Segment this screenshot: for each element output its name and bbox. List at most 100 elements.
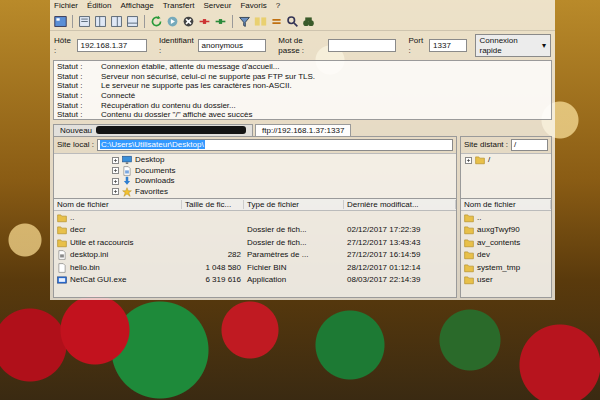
- cell-text[interactable]: 1 048 580: [205, 263, 241, 273]
- process-queue-icon[interactable]: [166, 15, 179, 28]
- file-cell[interactable]: 27/12/2017 13:43:43: [344, 238, 456, 248]
- tree-item[interactable]: Downloads: [112, 176, 456, 187]
- local-path-field[interactable]: C:\Users\Utilisateur\Desktop\: [97, 139, 453, 151]
- file-cell[interactable]: ..: [461, 213, 551, 223]
- cell-text[interactable]: 6 319 616: [205, 275, 241, 285]
- tree-toggle-icon[interactable]: [94, 15, 107, 28]
- site-manager-icon[interactable]: [54, 15, 67, 28]
- remote-path-field[interactable]: /: [511, 139, 548, 151]
- file-cell[interactable]: Dossier de fich...: [244, 238, 344, 248]
- file-row[interactable]: NetCat GUI.exe6 319 616Application08/03/…: [54, 274, 456, 287]
- cell-text[interactable]: ..: [70, 213, 74, 223]
- column-header[interactable]: Taille de fic...: [182, 200, 244, 210]
- tree-item-label[interactable]: Documents: [135, 166, 175, 176]
- menu-item[interactable]: Édition: [87, 1, 111, 11]
- tree-item-label[interactable]: Favorites: [135, 187, 168, 197]
- cell-text[interactable]: decr: [70, 225, 86, 235]
- tree-item-label[interactable]: Desktop: [135, 155, 164, 165]
- tree-item-label[interactable]: /: [488, 155, 490, 165]
- file-row[interactable]: user: [461, 274, 551, 287]
- file-row[interactable]: av_contents: [461, 236, 551, 249]
- cell-text[interactable]: dev: [477, 250, 490, 260]
- column-header[interactable]: Nom de fichier: [54, 200, 182, 210]
- file-cell[interactable]: 1 048 580: [182, 263, 244, 273]
- cell-text[interactable]: user: [477, 275, 493, 285]
- file-row[interactable]: dev: [461, 249, 551, 262]
- dropdown-arrow[interactable]: ▾: [542, 41, 546, 51]
- column-header[interactable]: Dernière modificat...: [344, 200, 456, 210]
- cell-text[interactable]: hello.bin: [70, 263, 100, 273]
- filter-icon[interactable]: [238, 15, 251, 28]
- cell-text[interactable]: 27/12/2017 13:43:43: [347, 238, 420, 248]
- cell-text[interactable]: auxgTwyf90: [477, 225, 520, 235]
- tab-label[interactable]: Nouveau: [60, 126, 92, 136]
- connection-tab[interactable]: ftp://192.168.1.37:1337: [255, 124, 351, 137]
- disconnect-icon[interactable]: [198, 15, 211, 28]
- file-row[interactable]: system_tmp: [461, 261, 551, 274]
- port-field[interactable]: 1337: [429, 39, 466, 53]
- file-cell[interactable]: decr: [54, 225, 182, 235]
- log-toggle-icon[interactable]: [78, 15, 91, 28]
- file-cell[interactable]: 08/03/2017 22:14:39: [344, 275, 456, 285]
- tree-item-label[interactable]: Downloads: [135, 176, 175, 186]
- cell-text[interactable]: Utile et raccourcis: [70, 238, 134, 248]
- file-cell[interactable]: 02/12/2017 17:22:39: [344, 225, 456, 235]
- file-cell[interactable]: Utile et raccourcis: [54, 238, 182, 248]
- file-cell[interactable]: user: [461, 275, 551, 285]
- file-cell[interactable]: av_contents: [461, 238, 551, 248]
- file-row[interactable]: ..: [54, 211, 456, 224]
- menu-item[interactable]: Transfert: [163, 1, 195, 11]
- file-cell[interactable]: desktop.ini: [54, 250, 182, 260]
- cell-text[interactable]: 02/12/2017 17:22:39: [347, 225, 420, 235]
- file-cell[interactable]: auxgTwyf90: [461, 225, 551, 235]
- cell-text[interactable]: Paramètres de ...: [247, 250, 308, 260]
- file-cell[interactable]: 27/12/2017 16:14:59: [344, 250, 456, 260]
- file-row[interactable]: Utile et raccourcis Dossier de fich... 27/…: [54, 236, 456, 249]
- file-cell[interactable]: 28/12/2017 01:12:14: [344, 263, 456, 273]
- cell-text[interactable]: ..: [477, 213, 481, 223]
- cell-text[interactable]: 28/12/2017 01:12:14: [347, 263, 420, 273]
- refresh-icon[interactable]: [150, 15, 163, 28]
- menu-item[interactable]: Affichage: [120, 1, 153, 11]
- cell-text[interactable]: av_contents: [477, 238, 520, 248]
- file-cell[interactable]: hello.bin: [54, 263, 182, 273]
- local-path[interactable]: C:\Users\Utilisateur\Desktop\: [100, 140, 205, 149]
- cell-text[interactable]: 282: [228, 250, 241, 260]
- cell-text[interactable]: Application: [247, 275, 286, 285]
- tree-item[interactable]: /: [465, 155, 551, 166]
- cell-text[interactable]: Dossier de fich...: [247, 238, 307, 248]
- remote-path[interactable]: /: [514, 140, 516, 149]
- file-cell[interactable]: 6 319 616: [182, 275, 244, 285]
- file-cell[interactable]: ..: [54, 213, 182, 223]
- cancel-icon[interactable]: [182, 15, 195, 28]
- file-cell[interactable]: dev: [461, 250, 551, 260]
- menu-item[interactable]: Serveur: [203, 1, 231, 11]
- compare-icon[interactable]: [254, 15, 267, 28]
- queue-icon[interactable]: [126, 15, 139, 28]
- user-field[interactable]: anonymous: [198, 39, 267, 53]
- cell-text[interactable]: Dossier de fich...: [247, 225, 307, 235]
- file-cell[interactable]: Dossier de fich...: [244, 225, 344, 235]
- connection-tab[interactable]: Nouveau: [53, 124, 253, 137]
- menu-item[interactable]: ?: [276, 1, 280, 11]
- cell-text[interactable]: Fichier BIN: [247, 263, 287, 273]
- column-header[interactable]: Type de fichier: [244, 200, 344, 210]
- quickconnect-button-label[interactable]: Connexion rapide: [480, 36, 533, 55]
- column-header[interactable]: Nom de fichier: [461, 200, 551, 210]
- file-row[interactable]: decr Dossier de fich... 02/12/2017 17:22:3…: [54, 224, 456, 237]
- file-row[interactable]: desktop.ini 282 Paramètres de ... 27/12/201…: [54, 249, 456, 262]
- tree-item[interactable]: Documents: [112, 165, 456, 176]
- menu-item[interactable]: Favoris: [240, 1, 266, 11]
- file-cell[interactable]: Paramètres de ...: [244, 250, 344, 260]
- menu-item[interactable]: Fichier: [54, 1, 78, 11]
- tree-item[interactable]: Favorites: [112, 186, 456, 197]
- reconnect-icon[interactable]: [214, 15, 227, 28]
- file-row[interactable]: auxgTwyf90: [461, 224, 551, 237]
- tree-item[interactable]: Desktop: [112, 155, 456, 166]
- file-cell[interactable]: Application: [244, 275, 344, 285]
- sync-icon[interactable]: [270, 15, 283, 28]
- password-field[interactable]: [328, 39, 397, 52]
- cell-text[interactable]: desktop.ini: [70, 250, 108, 260]
- remote-tree-icon[interactable]: [110, 15, 123, 28]
- file-cell[interactable]: system_tmp: [461, 263, 551, 273]
